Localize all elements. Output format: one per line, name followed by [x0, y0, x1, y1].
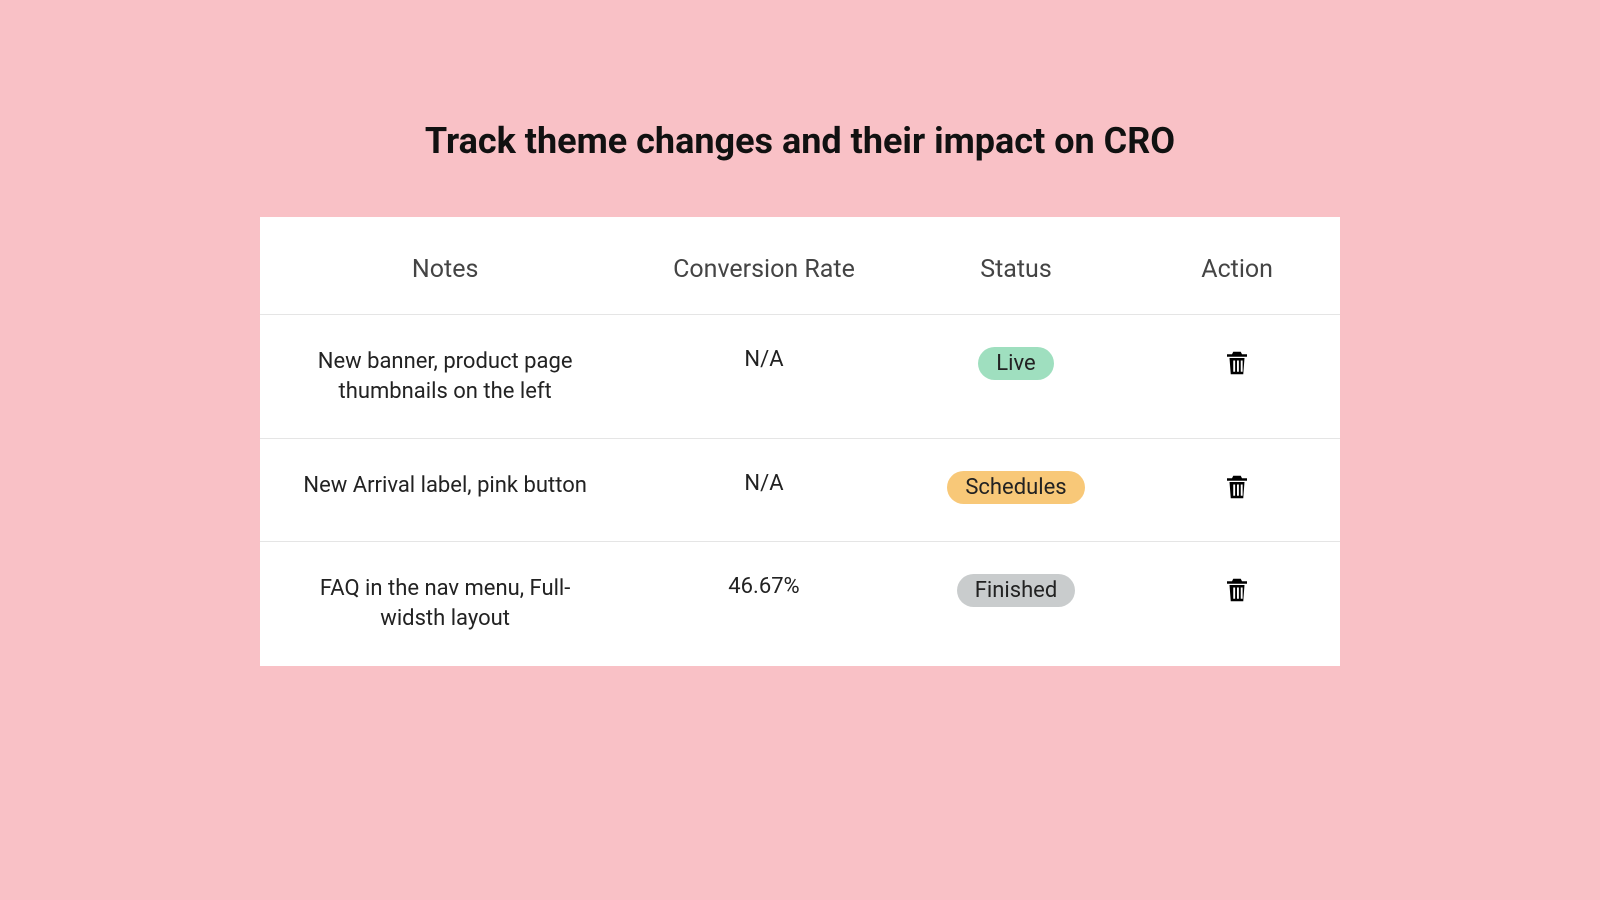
delete-button[interactable] [1222, 471, 1252, 506]
delete-button[interactable] [1222, 574, 1252, 609]
col-header-conversion: Conversion Rate [630, 217, 897, 315]
table-header-row: Notes Conversion Rate Status Action [260, 217, 1340, 315]
trash-icon [1222, 471, 1252, 506]
conversion-cell: N/A [630, 315, 897, 439]
notes-cell: FAQ in the nav menu, Full-widsth layout [260, 542, 630, 666]
col-header-action: Action [1134, 217, 1340, 315]
notes-cell: New banner, product page thumbnails on t… [260, 315, 630, 439]
page-title: Track theme changes and their impact on … [425, 120, 1175, 162]
conversion-cell: N/A [630, 439, 897, 542]
action-cell [1134, 542, 1340, 666]
col-header-status: Status [898, 217, 1135, 315]
notes-cell: New Arrival label, pink button [260, 439, 630, 542]
status-badge: Schedules [947, 471, 1084, 504]
table-row: New banner, product page thumbnails on t… [260, 315, 1340, 439]
col-header-notes: Notes [260, 217, 630, 315]
action-cell [1134, 315, 1340, 439]
status-cell: Finished [898, 542, 1135, 666]
status-cell: Schedules [898, 439, 1135, 542]
status-badge: Finished [957, 574, 1076, 607]
delete-button[interactable] [1222, 347, 1252, 382]
table-row: FAQ in the nav menu, Full-widsth layout … [260, 542, 1340, 666]
status-cell: Live [898, 315, 1135, 439]
table-row: New Arrival label, pink button N/A Sched… [260, 439, 1340, 542]
changes-table-card: Notes Conversion Rate Status Action New … [260, 217, 1340, 666]
trash-icon [1222, 574, 1252, 609]
action-cell [1134, 439, 1340, 542]
changes-table: Notes Conversion Rate Status Action New … [260, 217, 1340, 666]
conversion-cell: 46.67% [630, 542, 897, 666]
status-badge: Live [978, 347, 1053, 380]
trash-icon [1222, 347, 1252, 382]
